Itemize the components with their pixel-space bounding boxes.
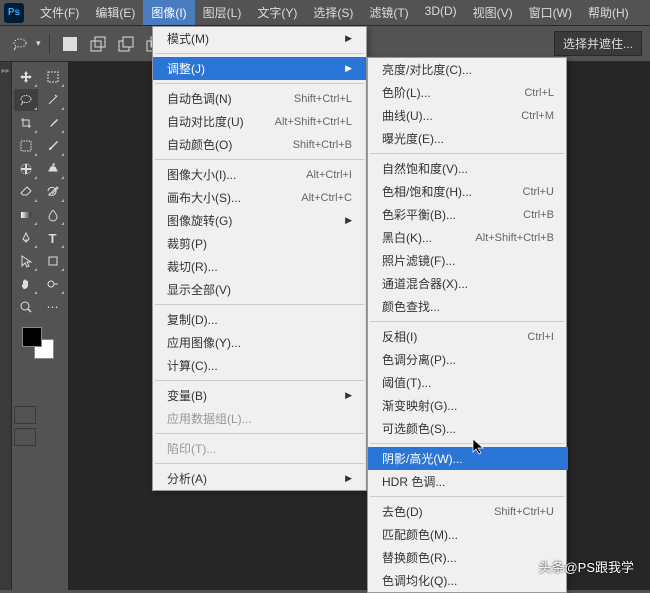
menu-图层[interactable]: 图层(L)	[195, 0, 250, 25]
menu-item[interactable]: 通道混合器(X)...	[368, 272, 568, 295]
eraser-tool-icon[interactable]	[14, 181, 38, 203]
menu-item[interactable]: 裁剪(P)	[153, 232, 366, 255]
menu-item[interactable]: 阴影/高光(W)...	[368, 447, 568, 470]
image-menu-dropdown: 模式(M)▶ 调整(J)▶ 自动色调(N)Shift+Ctrl+L自动对比度(U)A…	[152, 26, 367, 491]
crop-tool-icon[interactable]	[14, 112, 38, 134]
menu-item[interactable]: HDR 色调...	[368, 470, 568, 493]
menu-item[interactable]: 应用图像(Y)...	[153, 331, 366, 354]
menu-item[interactable]: 颜色查找...	[368, 295, 568, 318]
menu-item[interactable]: 可选颜色(S)...	[368, 417, 568, 440]
menu-item: 应用数据组(L)...	[153, 407, 366, 430]
menu-item[interactable]: 显示全部(V)	[153, 278, 366, 301]
menu-item[interactable]: 亮度/对比度(C)...	[368, 58, 568, 81]
menu-item[interactable]: 照片滤镜(F)...	[368, 249, 568, 272]
foreground-color-swatch[interactable]	[22, 327, 42, 347]
magic-wand-tool-icon[interactable]	[41, 89, 65, 111]
chevron-down-icon[interactable]: ▾	[36, 38, 41, 49]
menu-item[interactable]: 自动颜色(O)Shift+Ctrl+B	[153, 133, 366, 156]
menu-item[interactable]: 图像旋转(G)▶	[153, 209, 366, 232]
menu-item[interactable]: 匹配颜色(M)...	[368, 523, 568, 546]
marquee-tool-icon[interactable]	[41, 66, 65, 88]
quickmask-icon[interactable]	[14, 406, 36, 424]
frame-tool-icon[interactable]	[14, 135, 38, 157]
menu-item[interactable]: 计算(C)...	[153, 354, 366, 377]
menu-item[interactable]: 色相/饱和度(H)...Ctrl+U	[368, 180, 568, 203]
add-selection-icon[interactable]	[86, 32, 110, 56]
menu-视图[interactable]: 视图(V)	[465, 0, 521, 25]
menu-窗口[interactable]: 窗口(W)	[521, 0, 580, 25]
hand-tool-icon[interactable]	[14, 273, 38, 295]
move-tool-icon[interactable]	[14, 66, 38, 88]
menu-选择[interactable]: 选择(S)	[305, 0, 361, 25]
eyedropper-tool-icon[interactable]	[41, 112, 65, 134]
left-collapse-tab[interactable]: ▸▸	[0, 62, 12, 590]
gradient-tool-icon[interactable]	[14, 204, 38, 226]
menu-item[interactable]: 图像大小(I)...Alt+Ctrl+I	[153, 163, 366, 186]
menu-item: 陷印(T)...	[153, 437, 366, 460]
zoom-tool-icon[interactable]	[14, 296, 38, 318]
lasso-tool-icon[interactable]	[14, 89, 38, 111]
menubar: Ps 文件(F)编辑(E)图像(I)图层(L)文字(Y)选择(S)滤镜(T)3D…	[0, 0, 650, 26]
shape-tool-icon[interactable]	[41, 250, 65, 272]
path-select-tool-icon[interactable]	[14, 250, 38, 272]
subtract-selection-icon[interactable]	[114, 32, 138, 56]
brush-tool-icon[interactable]	[41, 135, 65, 157]
menu-item[interactable]: 自然饱和度(V)...	[368, 157, 568, 180]
menu-滤镜[interactable]: 滤镜(T)	[361, 0, 416, 25]
menu-item[interactable]: 画布大小(S)...Alt+Ctrl+C	[153, 186, 366, 209]
menu-item[interactable]: 去色(D)Shift+Ctrl+U	[368, 500, 568, 523]
menu-文字[interactable]: 文字(Y)	[249, 0, 305, 25]
menu-item[interactable]: 阈值(T)...	[368, 371, 568, 394]
tools-panel: T ⋯	[12, 62, 68, 590]
menu-item[interactable]: 色彩平衡(B)...Ctrl+B	[368, 203, 568, 226]
dodge-tool-icon[interactable]	[41, 273, 65, 295]
menu-帮助[interactable]: 帮助(H)	[580, 0, 637, 25]
menu-item[interactable]: 变量(B)▶	[153, 384, 366, 407]
type-tool-icon[interactable]: T	[41, 227, 65, 249]
menu-item[interactable]: 曝光度(E)...	[368, 127, 568, 150]
edit-toolbar-icon[interactable]: ⋯	[41, 296, 65, 318]
new-selection-icon[interactable]	[58, 32, 82, 56]
menu-item[interactable]: 调整(J)▶	[153, 57, 366, 80]
screenmode-icon[interactable]	[14, 428, 36, 446]
menu-item[interactable]: 渐变映射(G)...	[368, 394, 568, 417]
blur-tool-icon[interactable]	[41, 204, 65, 226]
menu-3D[interactable]: 3D(D)	[417, 0, 465, 25]
menu-图像[interactable]: 图像(I)	[143, 0, 194, 25]
history-brush-tool-icon[interactable]	[41, 181, 65, 203]
menu-编辑[interactable]: 编辑(E)	[87, 0, 143, 25]
menu-item[interactable]: 色阶(L)...Ctrl+L	[368, 81, 568, 104]
lasso-tool-icon[interactable]	[8, 32, 32, 56]
menu-item[interactable]: 分析(A)▶	[153, 467, 366, 490]
menu-item[interactable]: 模式(M)▶	[153, 27, 366, 50]
pen-tool-icon[interactable]	[14, 227, 38, 249]
menu-item[interactable]: 自动对比度(U)Alt+Shift+Ctrl+L	[153, 110, 366, 133]
watermark-text: 头条@PS跟我学	[538, 557, 634, 576]
spot-heal-tool-icon[interactable]	[14, 158, 38, 180]
menu-item[interactable]: 自动色调(N)Shift+Ctrl+L	[153, 87, 366, 110]
adjustments-submenu: 亮度/对比度(C)...色阶(L)...Ctrl+L曲线(U)...Ctrl+M…	[367, 57, 567, 593]
ps-logo: Ps	[4, 3, 24, 23]
menu-文件[interactable]: 文件(F)	[32, 0, 87, 25]
select-and-mask-button[interactable]: 选择并遮住...	[554, 31, 642, 56]
menu-item[interactable]: 复制(D)...	[153, 308, 366, 331]
color-swatches[interactable]	[14, 325, 66, 363]
menu-item[interactable]: 曲线(U)...Ctrl+M	[368, 104, 568, 127]
menu-item[interactable]: 裁切(R)...	[153, 255, 366, 278]
menu-item[interactable]: 黑白(K)...Alt+Shift+Ctrl+B	[368, 226, 568, 249]
menu-item[interactable]: 反相(I)Ctrl+I	[368, 325, 568, 348]
clone-stamp-tool-icon[interactable]	[41, 158, 65, 180]
menu-item[interactable]: 色调分离(P)...	[368, 348, 568, 371]
